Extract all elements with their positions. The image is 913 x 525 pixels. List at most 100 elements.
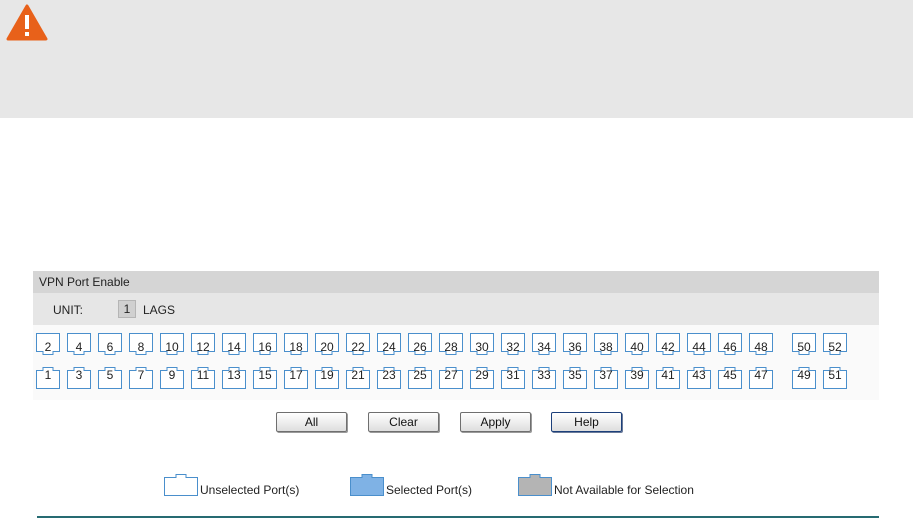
port-6[interactable]: 6: [98, 333, 122, 355]
port-number: 8: [137, 340, 145, 354]
port-number: 47: [754, 368, 768, 382]
port-number: 22: [351, 340, 365, 354]
lags-link[interactable]: LAGS: [143, 303, 175, 317]
port-28[interactable]: 28: [439, 333, 463, 355]
port-number: 38: [599, 340, 613, 354]
port-number: 46: [723, 340, 737, 354]
port-number: 1: [44, 368, 52, 382]
selected-port-icon: [350, 474, 384, 496]
port-number: 2: [44, 340, 52, 354]
port-31[interactable]: 31: [501, 367, 525, 389]
port-40[interactable]: 40: [625, 333, 649, 355]
port-38[interactable]: 38: [594, 333, 618, 355]
port-number: 12: [196, 340, 210, 354]
port-36[interactable]: 36: [563, 333, 587, 355]
port-50[interactable]: 50: [792, 333, 816, 355]
port-45[interactable]: 45: [718, 367, 742, 389]
warning-icon: [6, 4, 48, 41]
port-26[interactable]: 26: [408, 333, 432, 355]
port-number: 3: [75, 368, 83, 382]
port-number: 14: [227, 340, 241, 354]
port-9[interactable]: 9: [160, 367, 184, 389]
port-41[interactable]: 41: [656, 367, 680, 389]
port-number: 50: [797, 340, 811, 354]
port-25[interactable]: 25: [408, 367, 432, 389]
port-30[interactable]: 30: [470, 333, 494, 355]
port-11[interactable]: 11: [191, 367, 215, 389]
port-number: 27: [444, 368, 458, 382]
port-19[interactable]: 19: [315, 367, 339, 389]
port-39[interactable]: 39: [625, 367, 649, 389]
port-number: 45: [723, 368, 737, 382]
port-number: 21: [351, 368, 365, 382]
port-number: 26: [413, 340, 427, 354]
port-22[interactable]: 22: [346, 333, 370, 355]
port-number: 29: [475, 368, 489, 382]
port-20[interactable]: 20: [315, 333, 339, 355]
port-24[interactable]: 24: [377, 333, 401, 355]
port-43[interactable]: 43: [687, 367, 711, 389]
port-44[interactable]: 44: [687, 333, 711, 355]
port-27[interactable]: 27: [439, 367, 463, 389]
vpn-port-panel: VPN Port Enable UNIT: 1 LAGS 2 4 6 8 10 12 14 1…: [33, 271, 879, 400]
port-35[interactable]: 35: [563, 367, 587, 389]
port-17[interactable]: 17: [284, 367, 308, 389]
port-23[interactable]: 23: [377, 367, 401, 389]
unselected-port-icon: [164, 474, 198, 496]
port-16[interactable]: 16: [253, 333, 277, 355]
port-number: 32: [506, 340, 520, 354]
alert-banner: [0, 0, 913, 118]
port-2[interactable]: 2: [36, 333, 60, 355]
port-33[interactable]: 33: [532, 367, 556, 389]
port-number: 28: [444, 340, 458, 354]
port-number: 51: [828, 368, 842, 382]
unit-label: UNIT:: [53, 303, 83, 317]
port-number: 52: [828, 340, 842, 354]
port-8[interactable]: 8: [129, 333, 153, 355]
port-37[interactable]: 37: [594, 367, 618, 389]
port-number: 17: [289, 368, 303, 382]
port-21[interactable]: 21: [346, 367, 370, 389]
unit-selector[interactable]: 1: [118, 300, 136, 318]
port-number: 16: [258, 340, 272, 354]
port-15[interactable]: 15: [253, 367, 277, 389]
port-48[interactable]: 48: [749, 333, 773, 355]
port-13[interactable]: 13: [222, 367, 246, 389]
port-number: 23: [382, 368, 396, 382]
port-51[interactable]: 51: [823, 367, 847, 389]
port-7[interactable]: 7: [129, 367, 153, 389]
port-52[interactable]: 52: [823, 333, 847, 355]
legend-unselected-text: Unselected Port(s): [200, 483, 300, 497]
panel-title-text: VPN Port Enable: [39, 275, 130, 289]
port-number: 25: [413, 368, 427, 382]
port-47[interactable]: 47: [749, 367, 773, 389]
port-number: 43: [692, 368, 706, 382]
port-12[interactable]: 12: [191, 333, 215, 355]
port-34[interactable]: 34: [532, 333, 556, 355]
port-49[interactable]: 49: [792, 367, 816, 389]
help-button[interactable]: Help: [551, 412, 622, 432]
all-button[interactable]: All: [276, 412, 347, 432]
port-14[interactable]: 14: [222, 333, 246, 355]
port-number: 20: [320, 340, 334, 354]
port-46[interactable]: 46: [718, 333, 742, 355]
port-4[interactable]: 4: [67, 333, 91, 355]
port-5[interactable]: 5: [98, 367, 122, 389]
port-42[interactable]: 42: [656, 333, 680, 355]
port-29[interactable]: 29: [470, 367, 494, 389]
unavailable-port-icon: [518, 474, 552, 496]
port-32[interactable]: 32: [501, 333, 525, 355]
port-number: 44: [692, 340, 706, 354]
port-18[interactable]: 18: [284, 333, 308, 355]
port-3[interactable]: 3: [67, 367, 91, 389]
apply-button[interactable]: Apply: [460, 412, 531, 432]
port-10[interactable]: 10: [160, 333, 184, 355]
port-number: 10: [165, 340, 179, 354]
clear-button[interactable]: Clear: [368, 412, 439, 432]
port-number: 15: [258, 368, 272, 382]
port-number: 31: [506, 368, 520, 382]
port-number: 33: [537, 368, 551, 382]
port-1[interactable]: 1: [36, 367, 60, 389]
port-number: 4: [75, 340, 83, 354]
port-number: 49: [797, 368, 811, 382]
